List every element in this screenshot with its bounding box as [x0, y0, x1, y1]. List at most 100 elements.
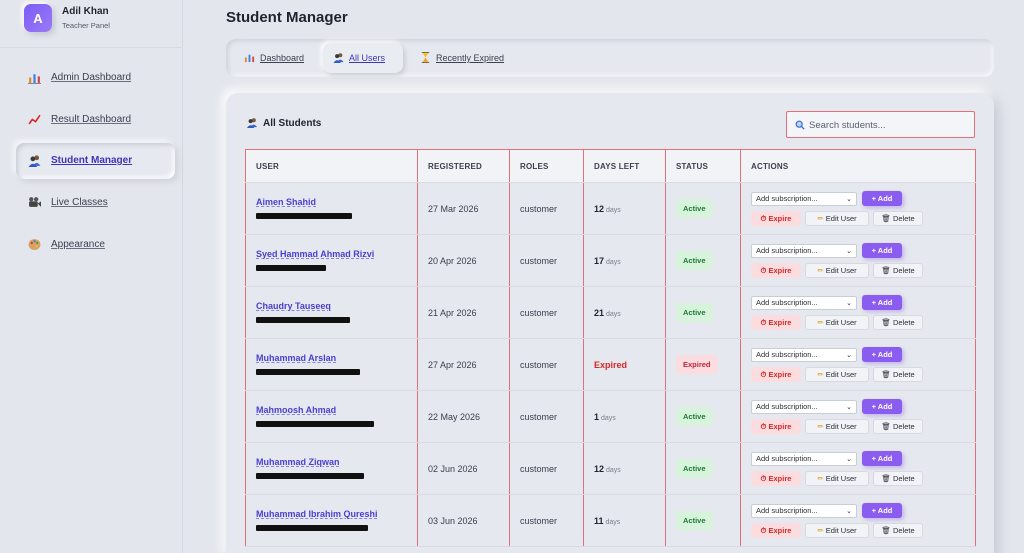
subscription-select-value: Add subscription...: [756, 349, 818, 359]
subscription-select[interactable]: Add subscription... ⌄: [751, 399, 857, 414]
student-name-link[interactable]: Muhammad Arslan: [256, 353, 417, 363]
tab-label[interactable]: All Users: [349, 53, 385, 63]
subscription-select[interactable]: Add subscription... ⌄: [751, 191, 857, 206]
delete-button[interactable]: 🗑 Delete: [873, 262, 923, 278]
delete-button[interactable]: 🗑 Delete: [873, 366, 923, 382]
clock-icon: ⏱: [760, 369, 767, 379]
sidebar-item-label[interactable]: Result Dashboard: [51, 114, 131, 125]
expire-button[interactable]: ⏱ Expire: [751, 366, 801, 382]
expire-button-label: Expire: [768, 369, 792, 379]
student-name-link[interactable]: Aimen Shahid: [256, 197, 417, 207]
delete-button[interactable]: 🗑 Delete: [873, 210, 923, 226]
edit-user-button-label: Edit User: [825, 525, 857, 535]
clock-icon: ⏱: [760, 473, 767, 483]
sidebar-item-label[interactable]: Appearance: [51, 239, 105, 250]
sidebar-item-admin-dashboard[interactable]: Admin Dashboard: [16, 60, 175, 96]
subscription-select[interactable]: Add subscription... ⌄: [751, 451, 857, 466]
add-subscription-button[interactable]: + Add: [862, 398, 902, 414]
days-left-value: Expired: [594, 359, 628, 370]
clock-icon: ⏱: [760, 421, 767, 431]
edit-user-button[interactable]: ✏ Edit User: [805, 262, 869, 278]
expire-button-label: Expire: [768, 213, 792, 223]
chevron-down-icon: ⌄: [846, 247, 852, 255]
add-subscription-button[interactable]: + Add: [862, 450, 902, 466]
actions-cell: Add subscription... ⌄ + Add ⏱ Expire ✏ Ed…: [740, 338, 976, 391]
student-name-link[interactable]: Muhammad Ziqwan: [256, 457, 417, 467]
actions-cell: Add subscription... ⌄ + Add ⏱ Expire ✏ Ed…: [740, 286, 976, 339]
subscription-select[interactable]: Add subscription... ⌄: [751, 243, 857, 258]
sidebar-item-label[interactable]: Admin Dashboard: [51, 72, 131, 83]
expire-button[interactable]: ⏱ Expire: [751, 470, 801, 486]
days-left-unit: days: [606, 258, 621, 266]
subscription-select[interactable]: Add subscription... ⌄: [751, 503, 857, 518]
edit-user-button[interactable]: ✏ Edit User: [805, 418, 869, 434]
days-left-cell: Expired: [583, 338, 666, 391]
delete-button[interactable]: 🗑 Delete: [873, 418, 923, 434]
edit-user-button[interactable]: ✏ Edit User: [805, 522, 869, 538]
tab-dashboard[interactable]: Dashboard: [234, 43, 318, 73]
tab-recently-expired[interactable]: Recently Expired: [410, 43, 520, 73]
user-cell: Muhammad Ziqwan: [245, 442, 418, 495]
subscription-select[interactable]: Add subscription... ⌄: [751, 347, 857, 362]
trash-icon: 🗑: [881, 369, 891, 379]
profile-role: Teacher Panel: [62, 21, 110, 30]
sidebar-item-live-classes[interactable]: Live Classes: [16, 185, 175, 221]
redacted-email: [256, 264, 326, 271]
sidebar-item-result-dashboard[interactable]: Result Dashboard: [16, 102, 175, 138]
delete-button[interactable]: 🗑 Delete: [873, 522, 923, 538]
delete-button-label: Delete: [892, 473, 915, 483]
expire-button[interactable]: ⏱ Expire: [751, 210, 801, 226]
search-input[interactable]: [809, 117, 969, 133]
days-left-cell: 11 days: [583, 494, 666, 547]
clock-icon: ⏱: [760, 525, 767, 535]
edit-user-button[interactable]: ✏ Edit User: [805, 470, 869, 486]
expire-button-label: Expire: [768, 473, 792, 483]
tab-all-users[interactable]: All Users: [323, 43, 403, 73]
expire-button[interactable]: ⏱ Expire: [751, 522, 801, 538]
subscription-select[interactable]: Add subscription... ⌄: [751, 295, 857, 310]
days-left-unit: days: [606, 206, 621, 214]
sidebar-item-label[interactable]: Student Manager: [51, 155, 132, 166]
table-row: Muhammad Arslan 27 Apr 2026 customer Exp…: [245, 338, 976, 391]
expire-button[interactable]: ⏱ Expire: [751, 314, 801, 330]
subscription-select-value: Add subscription...: [756, 401, 818, 411]
student-name-link[interactable]: Muhammad Ibrahim Qureshi: [256, 509, 417, 519]
expire-button[interactable]: ⏱ Expire: [751, 418, 801, 434]
add-subscription-button[interactable]: + Add: [862, 502, 902, 518]
edit-user-button[interactable]: ✏ Edit User: [805, 366, 869, 382]
add-subscription-button[interactable]: + Add: [862, 294, 902, 310]
sidebar-item-student-manager[interactable]: Student Manager: [16, 143, 175, 179]
redacted-email: [256, 472, 364, 479]
avatar[interactable]: A: [24, 4, 52, 32]
bar-chart-icon: [244, 54, 255, 63]
column-header-days-left: DAYS LEFT: [583, 149, 666, 183]
delete-button[interactable]: 🗑 Delete: [873, 314, 923, 330]
student-name-link[interactable]: Mahmoosh Ahmad: [256, 405, 417, 415]
clock-icon: ⏱: [760, 213, 767, 223]
status-cell: Active: [665, 494, 741, 547]
tab-label[interactable]: Dashboard: [260, 53, 304, 63]
edit-user-button[interactable]: ✏ Edit User: [805, 210, 869, 226]
sidebar-item-appearance[interactable]: Appearance: [16, 227, 175, 263]
chevron-down-icon: ⌄: [846, 351, 852, 359]
add-subscription-button[interactable]: + Add: [862, 190, 902, 206]
column-header-roles: ROLES: [509, 149, 584, 183]
card-title-text: All Students: [263, 118, 322, 129]
student-name-link[interactable]: Syed Hammad Ahmad Rizvi: [256, 249, 417, 259]
days-left-unit: days: [601, 414, 616, 422]
sidebar-item-label[interactable]: Live Classes: [51, 197, 108, 208]
expire-button[interactable]: ⏱ Expire: [751, 262, 801, 278]
student-name-link[interactable]: Chaudry Tauseeq: [256, 301, 417, 311]
tab-label[interactable]: Recently Expired: [436, 53, 504, 63]
days-left-cell: 12 days: [583, 182, 666, 235]
add-subscription-button[interactable]: + Add: [862, 242, 902, 258]
table-row: Syed Hammad Ahmad Rizvi 20 Apr 2026 cust…: [245, 234, 976, 287]
subscription-select-value: Add subscription...: [756, 453, 818, 463]
add-subscription-button[interactable]: + Add: [862, 346, 902, 362]
search-box[interactable]: [786, 111, 975, 138]
edit-user-button[interactable]: ✏ Edit User: [805, 314, 869, 330]
delete-button[interactable]: 🗑 Delete: [873, 470, 923, 486]
redacted-email: [256, 420, 374, 427]
column-header-user: USER: [245, 149, 418, 183]
expire-button-label: Expire: [768, 525, 792, 535]
